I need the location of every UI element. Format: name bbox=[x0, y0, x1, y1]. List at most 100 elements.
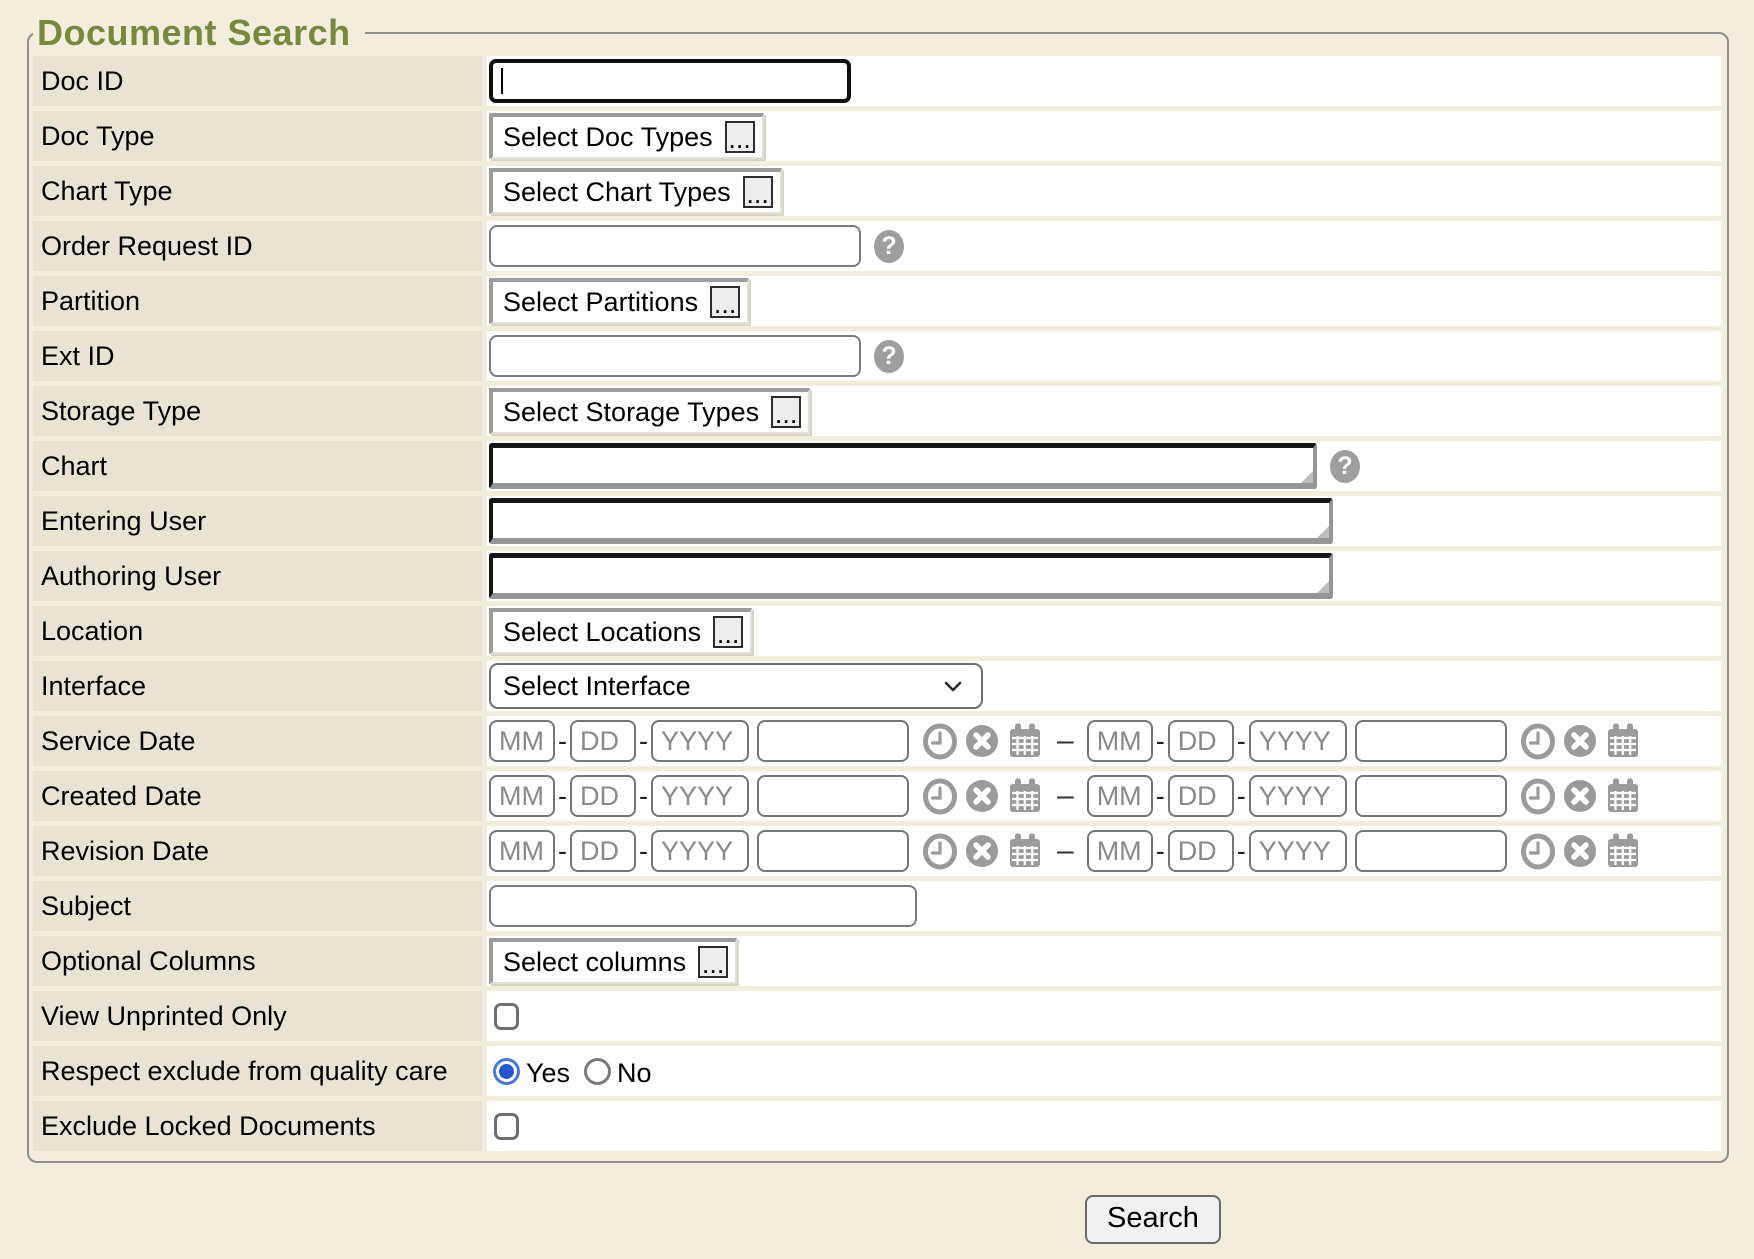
day-input[interactable]: DD bbox=[1168, 775, 1234, 817]
clear-icon[interactable] bbox=[1562, 833, 1598, 869]
row-chart: Chart ? bbox=[33, 441, 1721, 491]
optional-columns-picker-label: Select columns bbox=[503, 947, 686, 978]
year-input[interactable]: YYYY bbox=[1249, 720, 1347, 762]
clock-icon[interactable] bbox=[922, 723, 958, 760]
partition-picker[interactable]: Select Partitions ... bbox=[489, 278, 749, 324]
day-input[interactable]: DD bbox=[1168, 830, 1234, 872]
doc-type-label: Doc Type bbox=[33, 111, 482, 161]
month-input[interactable]: MM bbox=[489, 830, 555, 872]
row-chart-type: Chart Type Select Chart Types ... bbox=[33, 166, 1721, 216]
month-input[interactable]: MM bbox=[1087, 830, 1153, 872]
clock-icon[interactable] bbox=[1520, 833, 1556, 870]
help-icon[interactable]: ? bbox=[874, 230, 904, 263]
doc-type-more-button[interactable]: ... bbox=[725, 121, 755, 153]
row-respect-exclude: Respect exclude from quality care Yes No bbox=[33, 1046, 1721, 1096]
location-more-button[interactable]: ... bbox=[713, 616, 743, 648]
calendar-icon[interactable] bbox=[1604, 777, 1642, 815]
clock-icon[interactable] bbox=[1520, 723, 1556, 760]
row-optional-columns: Optional Columns Select columns ... bbox=[33, 936, 1721, 986]
help-icon[interactable]: ? bbox=[874, 340, 904, 373]
row-exclude-locked: Exclude Locked Documents bbox=[33, 1101, 1721, 1151]
respect-exclude-no-radio[interactable] bbox=[584, 1058, 611, 1085]
row-revision-date: Revision Date MM - DD - YYYY – MM - bbox=[33, 826, 1721, 876]
row-location: Location Select Locations ... bbox=[33, 606, 1721, 656]
time-input[interactable] bbox=[757, 775, 909, 817]
day-input[interactable]: DD bbox=[570, 775, 636, 817]
calendar-icon[interactable] bbox=[1604, 722, 1642, 760]
chart-type-picker[interactable]: Select Chart Types ... bbox=[489, 168, 782, 214]
respect-exclude-yes-label: Yes bbox=[526, 1058, 570, 1089]
row-ext-id: Ext ID ? bbox=[33, 331, 1721, 381]
view-unprinted-only-label: View Unprinted Only bbox=[33, 991, 482, 1041]
location-picker-label: Select Locations bbox=[503, 617, 701, 648]
time-input[interactable] bbox=[757, 720, 909, 762]
text-cursor bbox=[501, 68, 503, 94]
calendar-icon[interactable] bbox=[1006, 832, 1044, 870]
partition-more-button[interactable]: ... bbox=[710, 286, 740, 318]
clock-icon[interactable] bbox=[1520, 778, 1556, 815]
chart-type-picker-label: Select Chart Types bbox=[503, 177, 731, 208]
service-date-label: Service Date bbox=[33, 716, 482, 766]
optional-columns-picker[interactable]: Select columns ... bbox=[489, 938, 737, 984]
clock-icon[interactable] bbox=[922, 778, 958, 815]
doc-type-picker[interactable]: Select Doc Types ... bbox=[489, 113, 764, 159]
year-input[interactable]: YYYY bbox=[651, 830, 749, 872]
ext-id-input[interactable] bbox=[489, 335, 861, 377]
entering-user-input[interactable] bbox=[489, 498, 1333, 544]
document-search-fieldset: Document Search Doc ID Doc Type Select D… bbox=[27, 12, 1729, 1163]
row-created-date: Created Date MM - DD - YYYY – MM - bbox=[33, 771, 1721, 821]
interface-select[interactable]: Select Interface bbox=[489, 663, 983, 709]
time-input[interactable] bbox=[757, 830, 909, 872]
year-input[interactable]: YYYY bbox=[651, 720, 749, 762]
time-input[interactable] bbox=[1355, 720, 1507, 762]
day-input[interactable]: DD bbox=[570, 720, 636, 762]
clear-icon[interactable] bbox=[964, 778, 1000, 814]
month-input[interactable]: MM bbox=[489, 775, 555, 817]
storage-type-picker[interactable]: Select Storage Types ... bbox=[489, 388, 810, 434]
month-input[interactable]: MM bbox=[1087, 775, 1153, 817]
respect-exclude-no-label: No bbox=[617, 1058, 652, 1089]
revision-date-end-group: MM - DD - YYYY bbox=[1087, 830, 1642, 872]
optional-columns-more-button[interactable]: ... bbox=[698, 946, 728, 978]
interface-label: Interface bbox=[33, 661, 482, 711]
year-input[interactable]: YYYY bbox=[1249, 830, 1347, 872]
calendar-icon[interactable] bbox=[1006, 777, 1044, 815]
year-input[interactable]: YYYY bbox=[1249, 775, 1347, 817]
row-partition: Partition Select Partitions ... bbox=[33, 276, 1721, 326]
respect-exclude-yes-radio[interactable] bbox=[493, 1058, 520, 1085]
month-input[interactable]: MM bbox=[489, 720, 555, 762]
month-input[interactable]: MM bbox=[1087, 720, 1153, 762]
calendar-icon[interactable] bbox=[1604, 832, 1642, 870]
resize-grip-icon bbox=[1301, 471, 1313, 483]
calendar-icon[interactable] bbox=[1006, 722, 1044, 760]
page-title: Document Search bbox=[33, 12, 365, 54]
clear-icon[interactable] bbox=[964, 833, 1000, 869]
storage-type-more-button[interactable]: ... bbox=[771, 396, 801, 428]
clear-icon[interactable] bbox=[964, 723, 1000, 759]
day-input[interactable]: DD bbox=[1168, 720, 1234, 762]
view-unprinted-only-checkbox[interactable] bbox=[494, 1003, 519, 1030]
radio-dot bbox=[499, 1064, 514, 1079]
order-request-id-input[interactable] bbox=[489, 225, 861, 267]
authoring-user-input[interactable] bbox=[489, 553, 1333, 599]
subject-input[interactable] bbox=[489, 885, 917, 927]
help-icon[interactable]: ? bbox=[1330, 450, 1360, 483]
year-input[interactable]: YYYY bbox=[651, 775, 749, 817]
partition-label: Partition bbox=[33, 276, 482, 326]
clear-icon[interactable] bbox=[1562, 723, 1598, 759]
clear-icon[interactable] bbox=[1562, 778, 1598, 814]
storage-type-label: Storage Type bbox=[33, 386, 482, 436]
doc-id-input[interactable] bbox=[489, 59, 851, 103]
day-input[interactable]: DD bbox=[570, 830, 636, 872]
time-input[interactable] bbox=[1355, 830, 1507, 872]
exclude-locked-label: Exclude Locked Documents bbox=[33, 1101, 482, 1151]
clock-icon[interactable] bbox=[922, 833, 958, 870]
range-separator: – bbox=[1057, 834, 1074, 868]
exclude-locked-checkbox[interactable] bbox=[494, 1113, 519, 1140]
chart-input[interactable] bbox=[489, 443, 1317, 489]
range-separator: – bbox=[1057, 779, 1074, 813]
location-picker[interactable]: Select Locations ... bbox=[489, 608, 752, 654]
search-button[interactable]: Search bbox=[1085, 1195, 1221, 1244]
time-input[interactable] bbox=[1355, 775, 1507, 817]
chart-type-more-button[interactable]: ... bbox=[743, 176, 773, 208]
